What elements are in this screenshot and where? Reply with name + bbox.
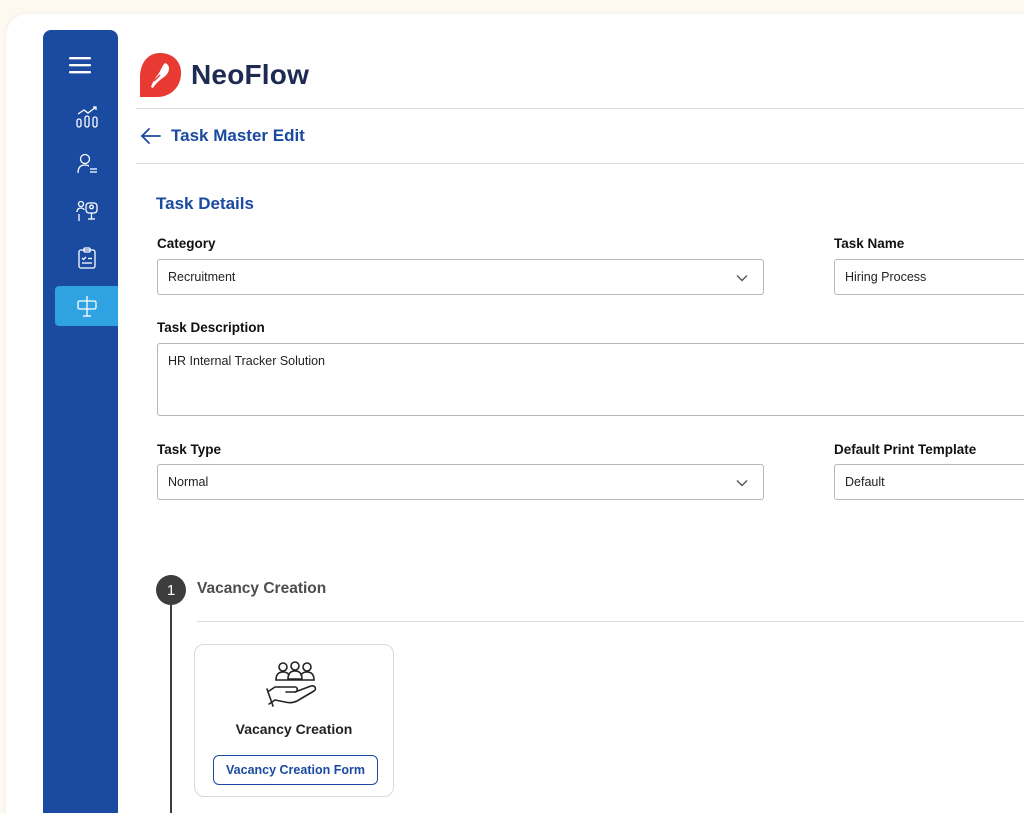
task-name-value: Hiring Process (845, 270, 927, 284)
sidebar-item-analytics[interactable] (55, 97, 118, 137)
step-card: Vacancy Creation Vacancy Creation Form (194, 644, 394, 797)
step-divider (197, 621, 1024, 622)
page-title: Task Master Edit (171, 126, 305, 145)
category-value: Recruitment (168, 270, 236, 284)
sidebar-item-users[interactable] (55, 144, 118, 184)
task-description-label: Task Description (157, 320, 265, 335)
default-print-template-select[interactable]: Default (834, 464, 1024, 500)
menu-icon (69, 57, 91, 74)
vacancy-creation-form-button[interactable]: Vacancy Creation Form (213, 755, 378, 785)
neoflow-logo-icon (140, 53, 182, 97)
category-select[interactable]: Recruitment (157, 259, 764, 295)
signpost-icon (76, 296, 97, 317)
chevron-down-icon (736, 275, 748, 282)
task-description-textarea[interactable]: HR Internal Tracker Solution (157, 343, 1024, 416)
user-list-icon (76, 153, 97, 174)
menu-button[interactable] (63, 52, 97, 78)
step-connector-line (170, 605, 172, 813)
default-print-template-label: Default Print Template (834, 442, 977, 457)
sidebar-item-tasks[interactable] (55, 238, 118, 278)
task-type-select[interactable]: Normal (157, 464, 764, 500)
analytics-icon (75, 106, 98, 128)
task-name-input[interactable]: Hiring Process (834, 259, 1024, 295)
sidebar-item-workflow[interactable] (55, 286, 118, 326)
task-description-value: HR Internal Tracker Solution (168, 354, 326, 368)
default-print-template-value: Default (845, 475, 885, 489)
sidebar-item-team[interactable] (55, 191, 118, 231)
step-title: Vacancy Creation (197, 580, 327, 597)
task-type-label: Task Type (157, 442, 222, 457)
section-title-task-details: Task Details (156, 194, 254, 213)
brand-logo[interactable]: NeoFlow (137, 51, 309, 99)
arrow-left-icon (140, 128, 161, 144)
back-button[interactable] (140, 125, 162, 147)
sidebar (43, 30, 118, 813)
header-divider (136, 108, 1024, 109)
hand-group-icon (266, 661, 317, 707)
clipboard-icon (77, 247, 96, 269)
chevron-down-icon (736, 480, 748, 487)
category-label: Category (157, 236, 216, 251)
user-monitor-icon (75, 200, 98, 221)
card-title: Vacancy Creation (235, 721, 353, 737)
task-type-value: Normal (168, 475, 209, 489)
step-number-badge: 1 (156, 575, 186, 605)
brand-name: NeoFlow (191, 59, 310, 90)
task-name-label: Task Name (834, 236, 905, 251)
title-divider (136, 163, 1024, 164)
